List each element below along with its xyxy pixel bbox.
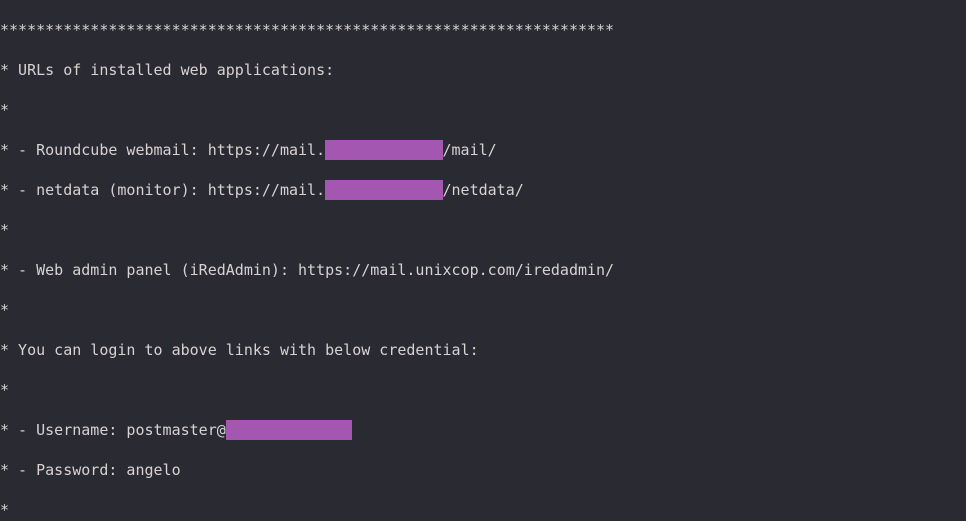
terminal-line: * - Web admin panel (iRedAdmin): https:/… <box>0 260 966 280</box>
terminal-line: * You can login to above links with belo… <box>0 340 966 360</box>
roundcube-tail: /mail/ <box>443 141 497 159</box>
netdata-tail: /netdata/ <box>443 181 524 199</box>
terminal-output: ****************************************… <box>0 0 966 521</box>
username-label: * - Username: postmaster@ <box>0 421 226 439</box>
terminal-line: * <box>0 500 966 520</box>
roundcube-label: * - Roundcube webmail: https://mail. <box>0 141 325 159</box>
terminal-line: * <box>0 300 966 320</box>
redacted-domain <box>226 420 352 440</box>
terminal-line: * URLs of installed web applications: <box>0 60 966 80</box>
redacted-domain <box>325 180 442 200</box>
terminal-line: * <box>0 100 966 120</box>
terminal-line: * <box>0 380 966 400</box>
terminal-line: * <box>0 220 966 240</box>
netdata-label: * - netdata (monitor): https://mail. <box>0 181 325 199</box>
terminal-line: * - Roundcube webmail: https://mail. /mai… <box>0 140 966 160</box>
terminal-line: * - netdata (monitor): https://mail. /net… <box>0 180 966 200</box>
terminal-line: * - Username: postmaster@ <box>0 420 966 440</box>
redacted-domain <box>325 140 442 160</box>
terminal-line: ****************************************… <box>0 20 966 40</box>
terminal-line: * - Password: angelo <box>0 460 966 480</box>
